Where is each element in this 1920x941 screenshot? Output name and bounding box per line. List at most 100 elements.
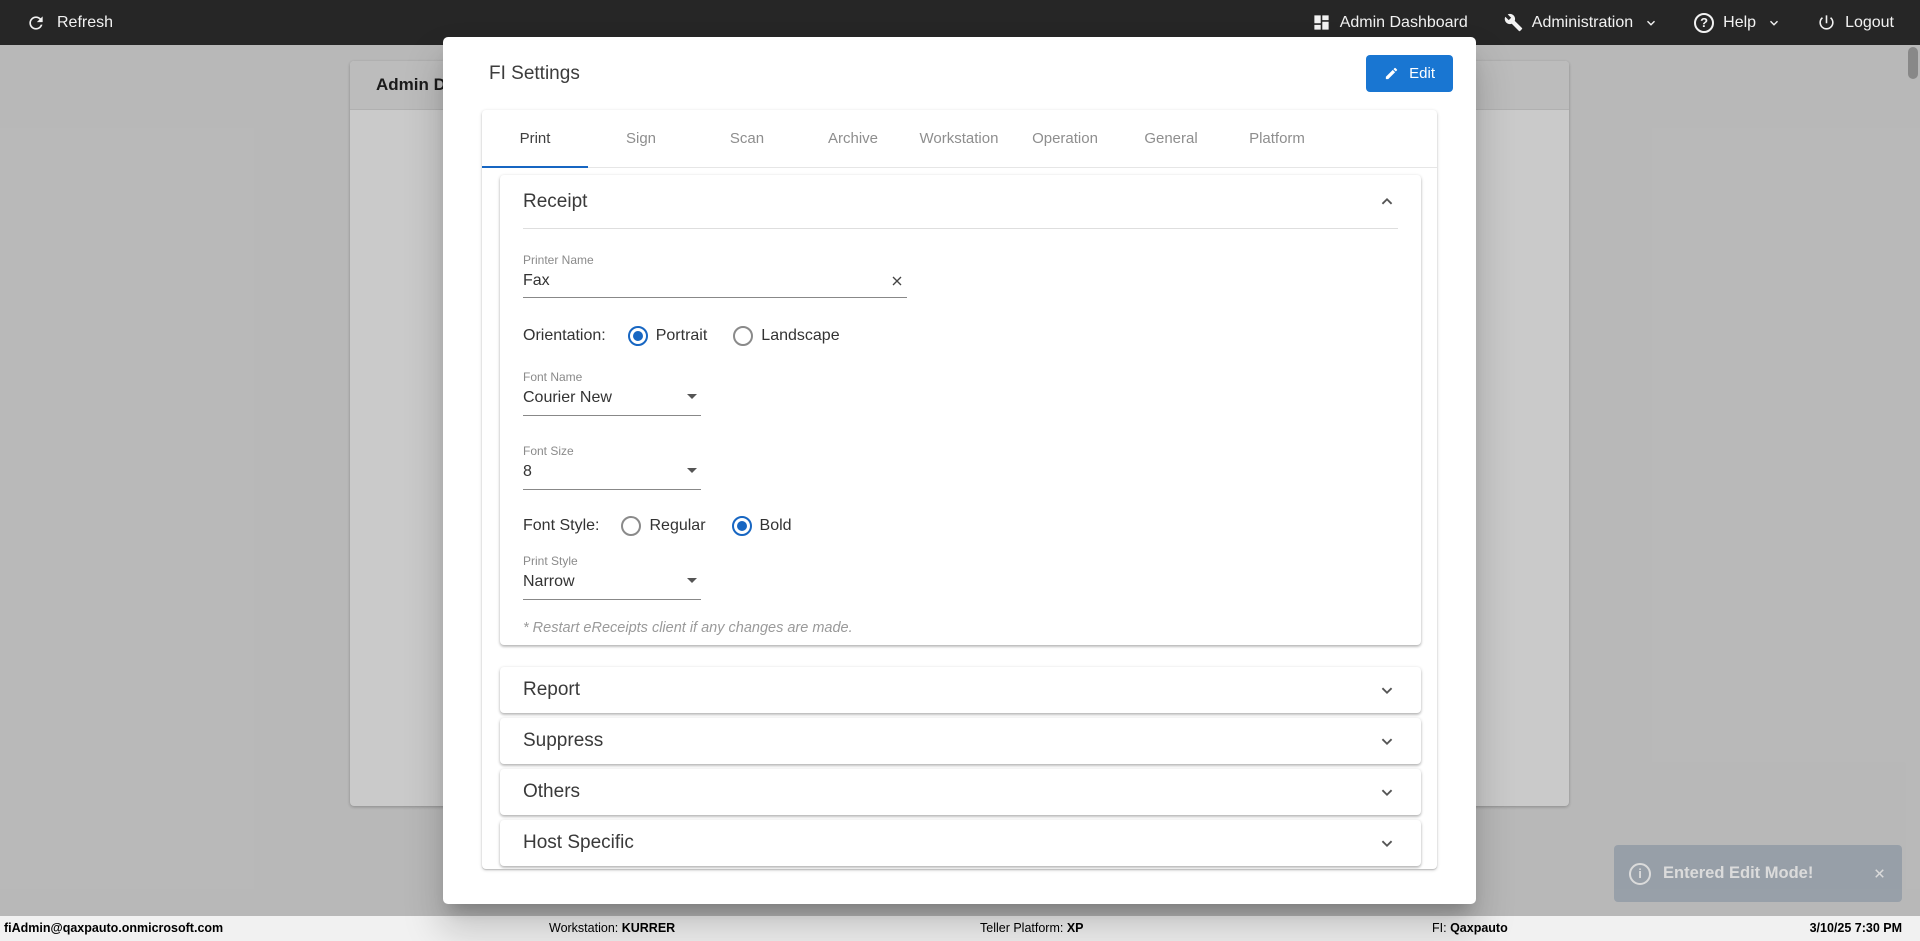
report-section-header[interactable]: Report	[500, 667, 1421, 713]
radio-regular[interactable]	[621, 516, 642, 536]
close-icon[interactable]	[1872, 866, 1887, 881]
tab-print[interactable]: Print	[482, 110, 588, 168]
tab-label: General	[1144, 130, 1198, 147]
orientation-label: Orientation:	[523, 327, 606, 344]
chevron-down-icon[interactable]	[1376, 679, 1398, 701]
tab-label: Scan	[729, 130, 765, 147]
tab-label: Sign	[625, 130, 657, 147]
tab-scan[interactable]: Scan	[694, 110, 800, 167]
fi-settings-dialog: FI Settings Edit Print Sign Scan Archive…	[443, 37, 1476, 904]
edit-button[interactable]: Edit	[1366, 55, 1453, 92]
info-icon: i	[1629, 862, 1651, 885]
admin-dashboard-nav[interactable]: Admin Dashboard	[1312, 13, 1468, 32]
chevron-down-icon[interactable]	[1376, 832, 1398, 854]
fi-label: FI:	[1432, 921, 1451, 935]
tab-content: Receipt Printer Name Fax Orientation: Po…	[482, 168, 1437, 866]
tab-archive[interactable]: Archive	[800, 110, 906, 167]
printer-name-input[interactable]	[523, 269, 907, 298]
wrench-icon	[1504, 13, 1523, 32]
tab-workstation[interactable]: Workstation	[906, 110, 1012, 167]
dropdown-arrow-icon	[687, 578, 697, 583]
font-style-group: Font Style: Regular Bold	[523, 516, 1398, 536]
receipt-section-body: Printer Name Orientation: Portrait Lands…	[500, 229, 1421, 636]
others-section-header[interactable]: Others	[500, 769, 1421, 815]
host-specific-section-header[interactable]: Host Specific	[500, 820, 1421, 866]
tab-label: Workstation	[919, 130, 999, 147]
logged-in-user: fiAdmin@qaxpauto.onmicrosoft.com	[4, 921, 224, 935]
refresh-icon	[26, 13, 46, 33]
tab-operation[interactable]: Operation	[1012, 110, 1118, 167]
tab-general[interactable]: General	[1118, 110, 1224, 167]
tab-platform[interactable]: Platform	[1224, 110, 1330, 167]
font-size-label: Font Size	[523, 444, 574, 458]
printer-name-field: Printer Name	[523, 253, 907, 298]
font-name-select[interactable]: Courier New	[523, 386, 701, 416]
refresh-button[interactable]: Refresh	[26, 13, 113, 33]
font-style-label: Font Style:	[523, 517, 600, 534]
workstation-label: Workstation:	[549, 921, 622, 935]
tab-label: Archive	[827, 130, 879, 147]
font-size-select[interactable]: 8	[523, 460, 701, 490]
suppress-section-title: Suppress	[523, 730, 604, 751]
print-style-label: Print Style	[523, 554, 578, 568]
workstation-value: KURRER	[621, 921, 676, 935]
toast-message: Entered Edit Mode!	[1663, 864, 1814, 882]
others-section-title: Others	[523, 781, 581, 802]
receipt-section: Receipt Printer Name Fax Orientation: Po…	[500, 175, 1421, 645]
printer-name-label: Printer Name	[523, 253, 594, 267]
orientation-group: Orientation: Portrait Landscape	[523, 326, 1398, 346]
dashboard-icon	[1312, 13, 1331, 32]
radio-portrait-label[interactable]: Portrait	[656, 327, 708, 345]
settings-paper: Print Sign Scan Archive Workstation Oper…	[482, 110, 1437, 869]
dialog-header: FI Settings Edit	[443, 37, 1476, 110]
teller-platform-value: XP	[1066, 921, 1084, 935]
logout-button[interactable]: Logout	[1817, 13, 1894, 32]
tab-label: Print	[519, 130, 551, 147]
font-name-label: Font Name	[523, 370, 583, 384]
radio-portrait[interactable]	[627, 326, 648, 346]
datetime-status: 3/10/25 7:30 PM	[1809, 921, 1902, 935]
suppress-section-header[interactable]: Suppress	[500, 718, 1421, 764]
clear-icon[interactable]	[889, 273, 905, 289]
print-style-value: Narrow	[523, 573, 575, 590]
receipt-section-title: Receipt	[523, 190, 588, 212]
font-name-field: Font Name Courier New	[523, 370, 701, 416]
host-specific-section-title: Host Specific	[523, 832, 634, 853]
chevron-down-icon	[1767, 16, 1781, 30]
status-bar: fiAdmin@qaxpauto.onmicrosoft.com Worksta…	[0, 916, 1920, 941]
chevron-up-icon[interactable]	[1376, 191, 1398, 213]
administration-menu[interactable]: Administration	[1504, 13, 1658, 32]
dialog-title: FI Settings	[489, 62, 580, 84]
tab-label: Platform	[1249, 130, 1305, 147]
refresh-label: Refresh	[57, 13, 114, 31]
power-icon	[1817, 13, 1836, 32]
radio-bold[interactable]	[731, 516, 752, 536]
fi-value: Qaxpauto	[1450, 921, 1508, 935]
administration-label: Administration	[1531, 13, 1634, 31]
chevron-down-icon[interactable]	[1376, 781, 1398, 803]
toast-notification: i Entered Edit Mode!	[1614, 845, 1902, 902]
help-menu[interactable]: ? Help	[1694, 12, 1781, 33]
teller-platform-status: Teller Platform: XP	[980, 916, 1084, 941]
chevron-down-icon	[1644, 16, 1658, 30]
print-style-select[interactable]: Narrow	[523, 570, 701, 600]
font-size-field: Font Size 8	[523, 444, 701, 490]
settings-tabbar: Print Sign Scan Archive Workstation Oper…	[482, 110, 1437, 168]
workstation-status: Workstation: KURRER	[549, 916, 675, 941]
help-label: Help	[1723, 13, 1757, 31]
receipt-section-header[interactable]: Receipt	[500, 175, 1421, 228]
dropdown-arrow-icon	[687, 468, 697, 473]
print-style-field: Print Style Narrow	[523, 554, 701, 600]
edit-button-label: Edit	[1409, 65, 1435, 82]
report-section-title: Report	[523, 679, 581, 700]
help-icon: ?	[1694, 12, 1715, 33]
radio-regular-label[interactable]: Regular	[649, 517, 705, 535]
radio-landscape[interactable]	[733, 326, 754, 346]
chevron-down-icon[interactable]	[1376, 730, 1398, 752]
radio-landscape-label[interactable]: Landscape	[761, 327, 839, 345]
tab-sign[interactable]: Sign	[588, 110, 694, 167]
logout-label: Logout	[1845, 13, 1894, 31]
tab-label: Operation	[1032, 130, 1098, 147]
pencil-icon	[1384, 66, 1399, 81]
radio-bold-label[interactable]: Bold	[760, 517, 792, 535]
